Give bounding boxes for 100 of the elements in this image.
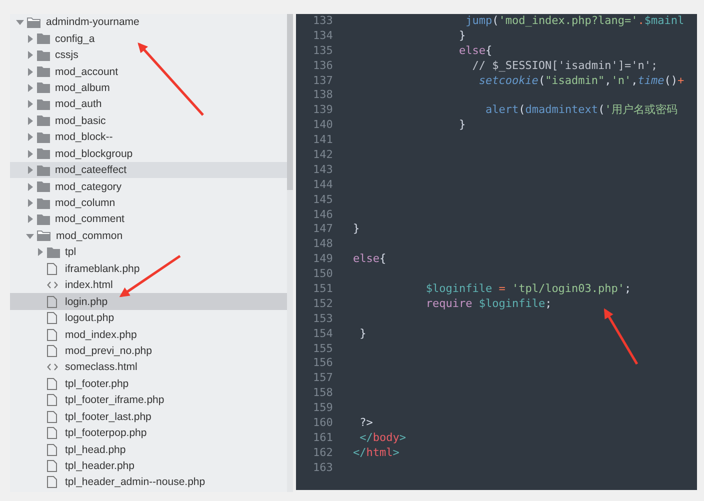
line-number: 137	[312, 74, 334, 88]
code-line: $loginfile = 'tpl/login03.php';	[424, 282, 632, 297]
tree-item[interactable]: tpl_footerpop.php	[10, 424, 287, 442]
tree-item[interactable]: mod_common	[10, 228, 287, 244]
folder-icon	[37, 198, 50, 209]
line-number: 146	[312, 208, 334, 222]
line-number: 139	[312, 103, 334, 118]
tree-item[interactable]: admindm-yourname	[10, 14, 287, 30]
tree-item[interactable]: mod_category	[10, 178, 287, 195]
folder-icon	[37, 214, 50, 225]
line-number: 155	[312, 342, 334, 356]
file-icon	[47, 312, 57, 324]
scrollbar-thumb[interactable]	[287, 14, 293, 190]
tree-item[interactable]: index.html	[10, 277, 287, 294]
tree-item[interactable]: mod_basic	[10, 112, 287, 130]
code-icon	[47, 281, 58, 290]
line-number: 154	[312, 326, 334, 342]
line-number: 134	[312, 28, 334, 44]
line-number: 159	[312, 401, 334, 416]
tree-item[interactable]: mod_block--	[10, 129, 287, 146]
tree-item[interactable]: mod_comment	[10, 211, 287, 228]
folder-icon	[37, 82, 50, 94]
line-number: 147	[312, 222, 334, 238]
line-number: 157	[312, 371, 334, 386]
line-number: 135	[312, 44, 334, 59]
tree-item[interactable]: login.php	[10, 293, 287, 310]
code-line: jump('mod_index.php?lang='.$mainl	[464, 14, 684, 29]
tree-item[interactable]: mod_index.php	[10, 326, 287, 343]
line-number: 150	[312, 267, 334, 282]
file-icon	[47, 476, 57, 488]
file-icon	[47, 378, 57, 390]
tree-item[interactable]: tpl_head.php	[10, 441, 287, 458]
code-icon	[47, 363, 58, 372]
code-line: </body>	[358, 430, 406, 446]
tree-item[interactable]: mod_album	[10, 80, 287, 96]
tree-item[interactable]: mod_blockgroup	[10, 146, 287, 162]
line-number: 163	[312, 460, 334, 476]
file-icon	[47, 262, 57, 275]
folder-icon	[37, 164, 50, 176]
tree-item[interactable]: mod_auth	[10, 96, 287, 113]
line-number: 136	[312, 58, 334, 74]
folder-icon	[37, 181, 50, 192]
tree-item[interactable]: logout.php	[10, 310, 287, 326]
folder-icon	[37, 33, 50, 44]
file-icon	[47, 460, 57, 472]
line-number: 149	[312, 252, 334, 268]
line-number: 144	[312, 178, 334, 193]
tree-item[interactable]: tpl_footer.php	[10, 376, 287, 392]
tree-item[interactable]: tpl_footer_last.php	[10, 408, 287, 425]
line-number: 151	[312, 282, 334, 297]
folder-icon	[47, 246, 60, 258]
code-line: }	[458, 28, 466, 44]
annotation-arrow	[604, 308, 638, 365]
line-number: 138	[312, 88, 334, 104]
file-icon	[47, 427, 57, 440]
tree-item[interactable]: mod_account	[10, 63, 287, 80]
file-icon	[47, 328, 57, 341]
code-line: require $loginfile;	[424, 296, 552, 312]
line-number: 141	[312, 133, 334, 148]
line-number: 158	[312, 386, 334, 402]
file-icon	[47, 394, 57, 406]
line-number: 160	[312, 416, 334, 431]
line-number: 145	[312, 192, 334, 208]
folder-icon	[27, 16, 41, 28]
code-line: // $_SESSION['isadmin']='n';	[471, 58, 658, 74]
tree-item[interactable]: tpl_footer_iframe.php	[10, 392, 287, 408]
code-line: }	[458, 118, 466, 134]
tree-item[interactable]: config_a	[10, 30, 287, 47]
folder-icon	[37, 230, 51, 242]
file-icon	[47, 410, 57, 423]
tree-item[interactable]: someclass.html	[10, 359, 287, 376]
tree-item[interactable]: mod_previ_no.php	[10, 342, 287, 360]
file-icon	[47, 296, 57, 308]
line-number: 142	[312, 148, 334, 163]
line-number: 156	[312, 356, 334, 372]
folder-icon	[37, 50, 50, 61]
code-line: ?>	[358, 416, 373, 431]
line-number: 148	[312, 237, 334, 252]
code-line: else{	[458, 44, 492, 59]
line-number: 162	[312, 446, 334, 461]
file-icon	[47, 344, 57, 357]
tree-item[interactable]: cssjs	[10, 46, 287, 64]
line-number: 161	[312, 430, 334, 446]
folder-icon	[37, 132, 50, 143]
tree-item[interactable]: mod_cateeffect	[10, 162, 287, 178]
folder-icon	[37, 148, 50, 160]
file-icon	[47, 444, 57, 456]
tree-item[interactable]: mod_column	[10, 194, 287, 212]
code-line: }	[358, 326, 366, 342]
tree-item[interactable]: tpl	[10, 244, 287, 261]
folder-icon	[37, 66, 50, 78]
folder-icon	[37, 115, 50, 126]
folder-icon	[37, 98, 50, 110]
code-line: alert(dmadmintext('用户名或密码	[484, 103, 678, 118]
line-number: 140	[312, 118, 334, 134]
code-line: setcookie("isadmin",'n',time()+	[478, 74, 684, 88]
tree-item[interactable]: tpl_header_admin--nouse.php	[10, 474, 287, 491]
tree-item[interactable]: iframeblank.php	[10, 260, 287, 277]
tree-item[interactable]: tpl_header.php	[10, 458, 287, 474]
line-number: 152	[312, 296, 334, 312]
